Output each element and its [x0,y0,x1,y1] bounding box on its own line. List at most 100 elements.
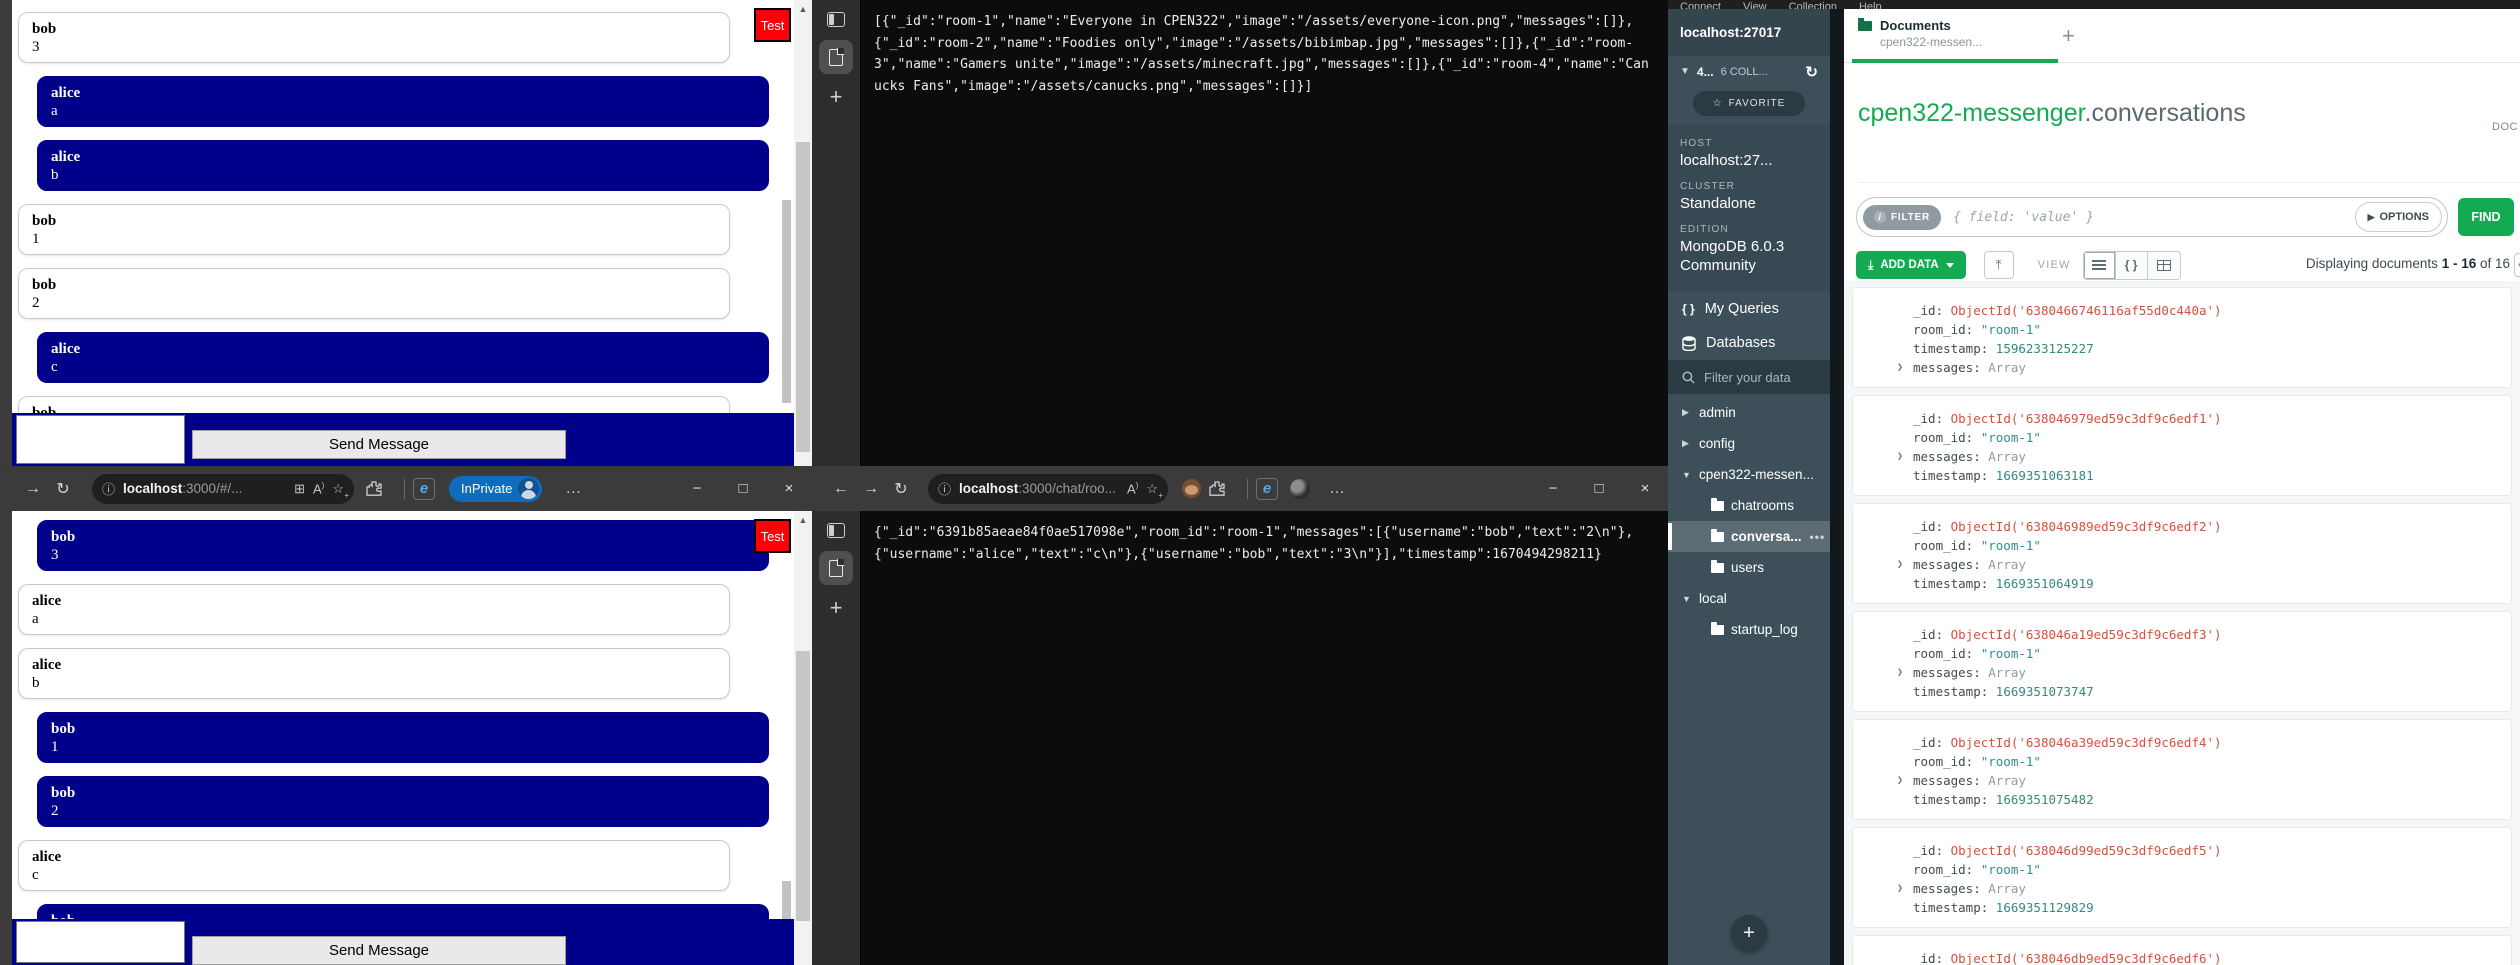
scrollbar-thumb[interactable] [796,651,810,921]
filter-data-input[interactable] [1704,370,1824,385]
workspace-tab-documents[interactable]: Documents cpen322-messen... [1858,9,2044,63]
sidebar-item-users[interactable]: ▶users [1668,552,1830,583]
chat-message-list[interactable]: bobalicecbob2bob1alicebaliceabob3 Test S… [12,0,794,466]
test-button[interactable]: Test [754,8,791,42]
message-input[interactable] [16,921,185,963]
profile-avatar-icon[interactable] [1290,479,1310,499]
favorite-star-icon[interactable]: ☆+ [332,481,344,497]
sidebar-item-databases[interactable]: Databases [1668,326,1830,360]
sidebar-item-chatrooms[interactable]: ▶chatrooms [1668,490,1830,521]
add-data-button[interactable]: ⤓ ADD DATA [1856,251,1966,279]
sidebar-item-config[interactable]: ▶config [1668,428,1830,459]
document-card[interactable]: _id: ObjectId('638046979ed59c3df9c6edf1'… [1852,395,2512,496]
sidebar-item-admin[interactable]: ▶admin [1668,397,1830,428]
sidebar-search[interactable] [1668,360,1830,394]
page-scrollbar[interactable]: ▲ [794,511,812,965]
message-input[interactable] [16,415,185,464]
new-tab-plus-icon[interactable]: + [830,598,843,618]
profile-avatar-icon[interactable] [518,478,539,499]
sidebar-item-local[interactable]: ▼local [1668,583,1830,614]
active-tab[interactable] [819,40,853,74]
prev-page-button[interactable]: ‹ [2514,253,2520,277]
site-info-icon[interactable]: ⓘ [102,479,115,498]
document-card[interactable]: _id: ObjectId('638046a19ed59c3df9c6edf3'… [1852,611,2512,712]
chevron-right-icon[interactable]: ▶ [1682,407,1692,418]
read-aloud-icon[interactable]: A) [313,481,324,496]
document-card[interactable]: _id: ObjectId('638046a39ed59c3df9c6edf4'… [1852,719,2512,820]
tab-actions-icon[interactable] [827,12,845,27]
chevron-down-icon[interactable]: ▼ [1682,470,1692,480]
menu-item-connect[interactable]: Connect [1680,0,1721,9]
minimize-button[interactable]: − [1530,466,1576,511]
more-options-icon[interactable]: … [558,480,588,498]
chat-message-list[interactable]: bobalicecbob2bob1alicebaliceabob3 Test S… [12,511,794,965]
page-scrollbar[interactable]: ▲ [794,0,812,466]
export-collection-button[interactable]: ⤒ [1984,251,2014,279]
refresh-icon[interactable]: ↻ [1805,63,1818,81]
back-icon[interactable]: ← [826,480,856,498]
extensions-puzzle-icon[interactable] [1209,481,1239,497]
edge-logo-icon[interactable]: e [413,478,435,500]
tab-grid-icon[interactable]: ⊞ [294,481,305,497]
json-view-button[interactable]: { } [2116,252,2148,279]
minimize-button[interactable]: − [674,466,720,511]
databases-summary-row[interactable]: ▼ 4... 6 COLL... ↻ [1668,56,1830,87]
chevron-down-icon[interactable]: ▼ [1682,594,1692,604]
favorite-button[interactable]: ☆ FAVORITE [1693,91,1805,116]
sidebar-item-startup-log[interactable]: ▶startup_log [1668,614,1830,645]
options-button[interactable]: ▶ OPTIONS [2355,202,2442,232]
scroll-up-icon[interactable]: ▲ [794,515,812,525]
menu-item-view[interactable]: View [1743,0,1767,9]
address-bar[interactable]: ⓘ localhost:3000/chat/roo... A) ☆+ [928,474,1168,504]
document-card[interactable]: _id: ObjectId('6380466746116af55d0c440a'… [1852,287,2512,388]
extensions-puzzle-icon[interactable] [366,481,396,497]
inner-scrollbar-thumb[interactable] [782,200,791,403]
forward-icon[interactable]: → [18,480,48,498]
address-bar[interactable]: ⓘ localhost:3000/#/... ⊞ A) ☆+ [92,474,354,504]
expand-caret-icon[interactable]: ❯ [1897,879,1903,898]
find-button[interactable]: FIND [2458,198,2514,236]
filter-box[interactable]: i FILTER ▶ OPTIONS [1856,197,2448,237]
expand-caret-icon[interactable]: ❯ [1897,663,1903,682]
edge-logo-icon[interactable]: e [1256,478,1278,500]
send-message-button[interactable]: Send Message [192,936,566,965]
refresh-icon[interactable]: ↻ [48,479,78,499]
active-tab[interactable] [819,551,853,585]
sidebar-item-conversa-[interactable]: ▶conversa...••• [1668,521,1830,552]
scrollbar-thumb[interactable] [796,142,810,452]
more-options-icon[interactable]: … [1322,480,1352,498]
list-view-button[interactable] [2084,252,2116,279]
create-database-plus-button[interactable]: + [1731,915,1767,951]
filter-query-input[interactable] [1953,210,2355,225]
site-info-icon[interactable]: ⓘ [938,479,951,498]
chevron-right-icon[interactable]: ▶ [1682,438,1692,449]
menu-item-collection[interactable]: Collection [1789,0,1837,9]
read-aloud-icon[interactable]: A) [1127,481,1138,496]
close-button[interactable]: × [766,466,812,511]
document-card[interactable]: _id: ObjectId('638046989ed59c3df9c6edf2'… [1852,503,2512,604]
document-card[interactable]: _id: ObjectId('638046d99ed59c3df9c6edf5'… [1852,827,2512,928]
chevron-down-icon[interactable]: ▼ [1680,66,1690,77]
sidebar-item-cpen322-messen-[interactable]: ▼cpen322-messen... [1668,459,1830,490]
tampermonkey-extension-icon[interactable] [1182,479,1201,498]
inprivate-badge[interactable]: InPrivate [449,476,542,502]
expand-caret-icon[interactable]: ❯ [1897,447,1903,466]
expand-caret-icon[interactable]: ❯ [1897,358,1903,377]
maximize-button[interactable]: □ [1576,466,1622,511]
document-card[interactable]: _id: ObjectId('638046db9ed59c3df9c6edf6'… [1852,935,2512,965]
menu-item-help[interactable]: Help [1859,0,1882,9]
expand-caret-icon[interactable]: ❯ [1897,555,1903,574]
new-tab-plus-icon[interactable]: + [2062,23,2075,49]
test-button[interactable]: Test [754,519,791,553]
forward-icon[interactable]: → [856,480,886,498]
scroll-up-icon[interactable]: ▲ [794,4,812,14]
maximize-button[interactable]: □ [720,466,766,511]
expand-caret-icon[interactable]: ❯ [1897,771,1903,790]
new-tab-plus-icon[interactable]: + [830,87,843,107]
favorite-star-icon[interactable]: ☆+ [1146,481,1158,497]
tab-actions-icon[interactable] [827,523,845,538]
send-message-button[interactable]: Send Message [192,430,566,459]
close-button[interactable]: × [1622,466,1668,511]
table-view-button[interactable] [2148,252,2180,279]
refresh-icon[interactable]: ↻ [886,479,916,499]
